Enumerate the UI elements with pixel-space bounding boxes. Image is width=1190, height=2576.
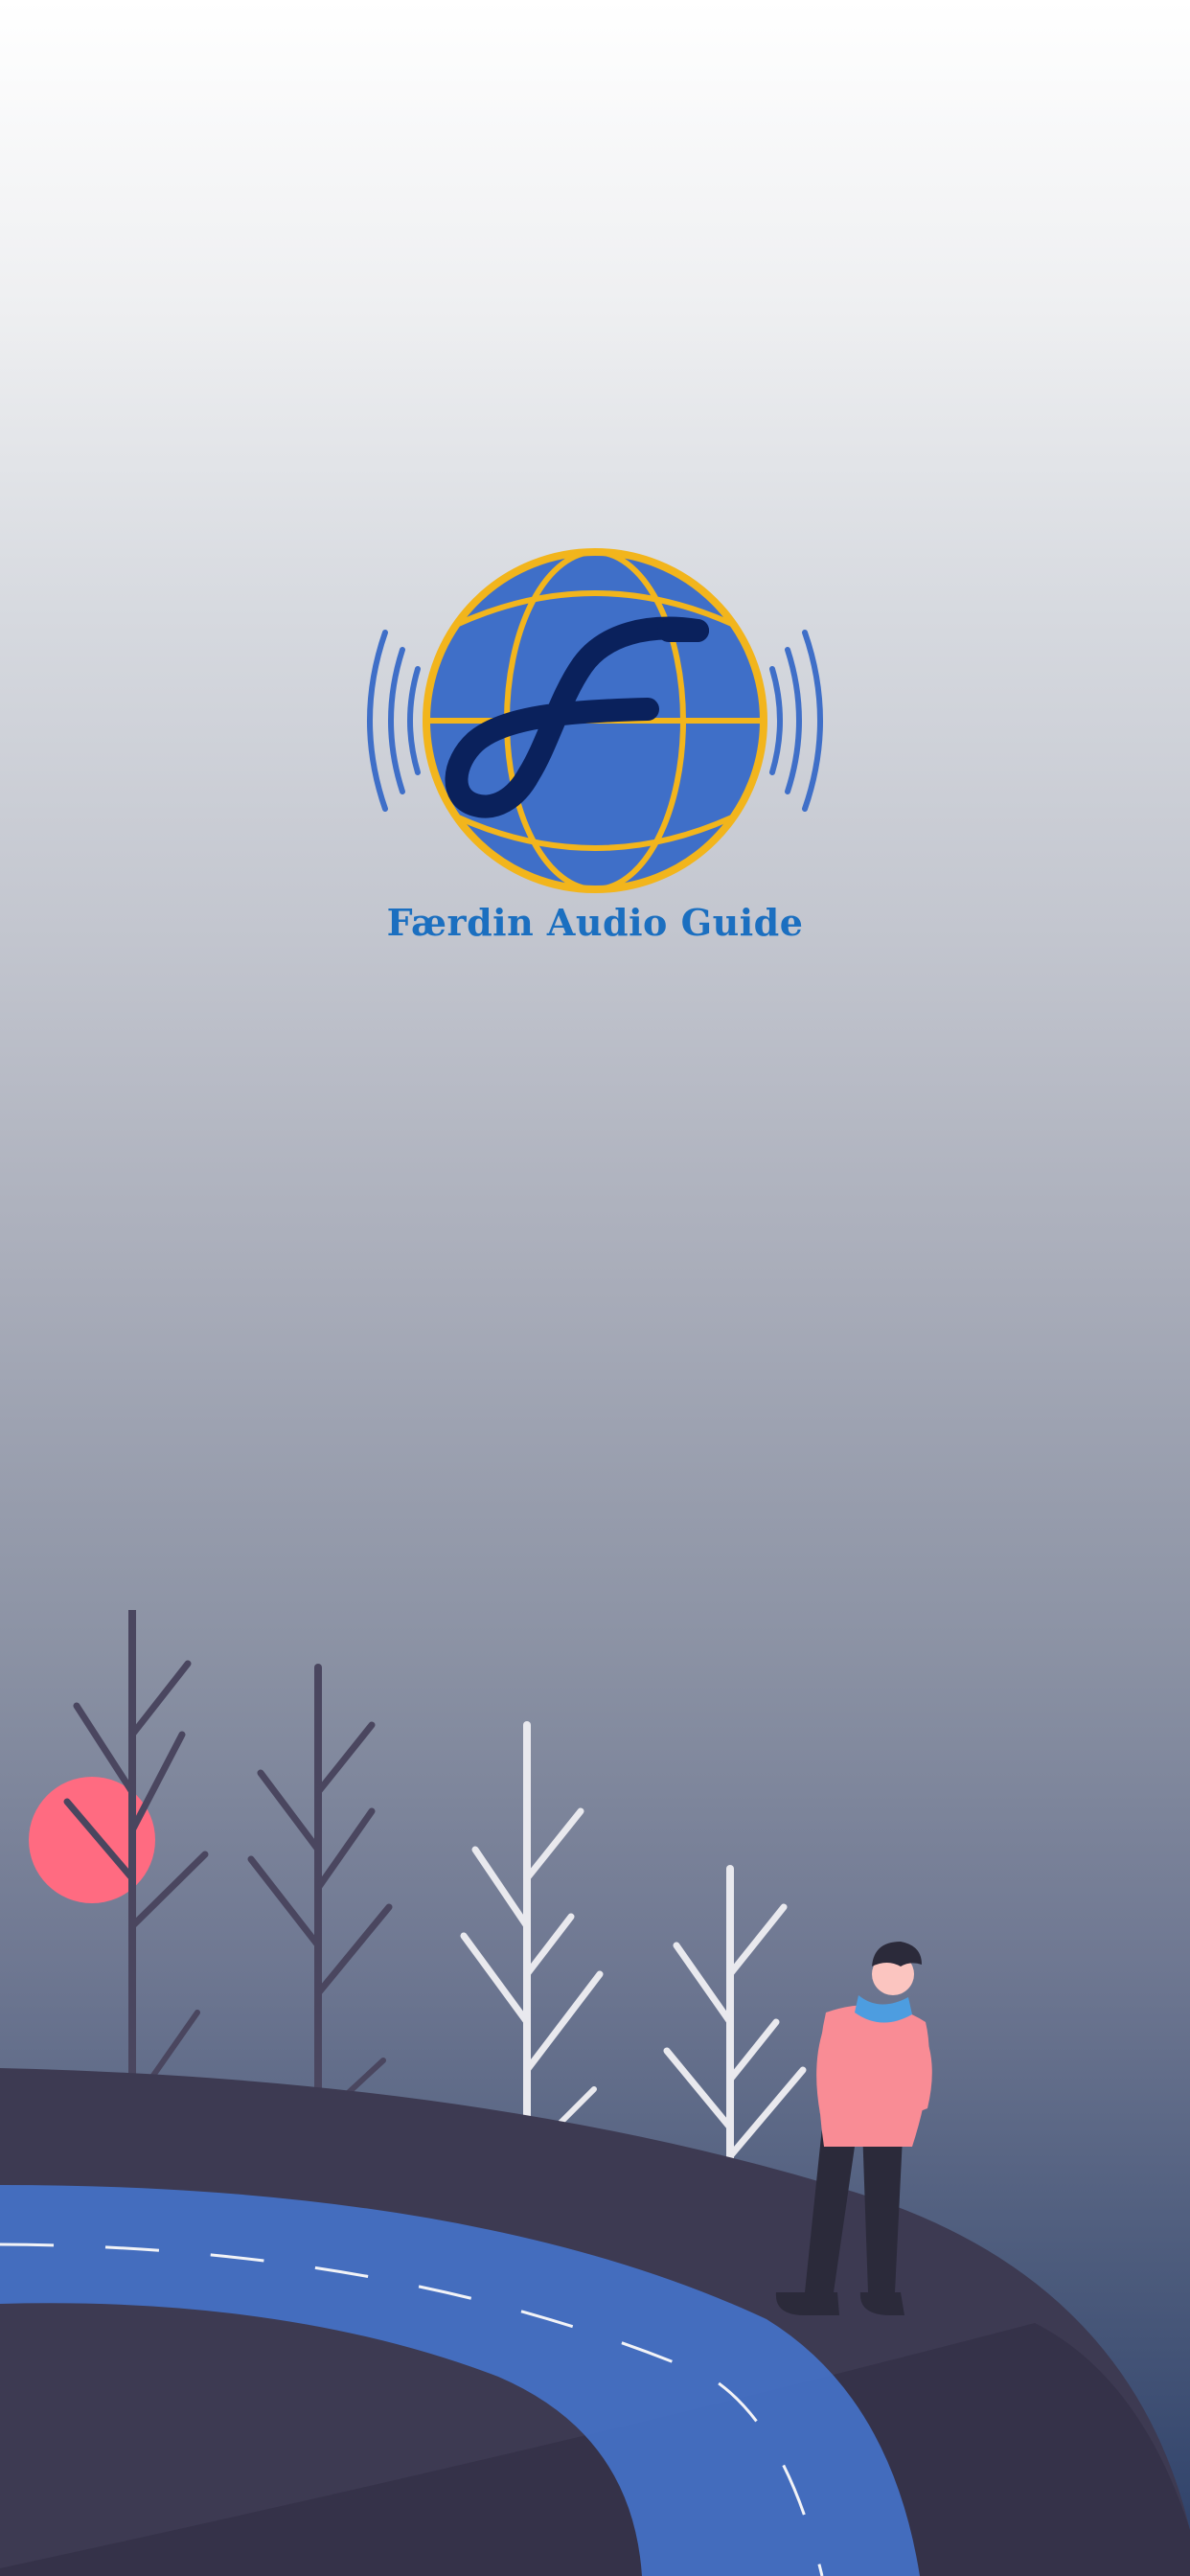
app-logo xyxy=(367,548,823,893)
landscape-illustration xyxy=(0,1610,1190,2576)
sound-waves-left-icon xyxy=(367,630,421,812)
sun-shape xyxy=(29,1777,155,1903)
app-name-title: Færdin Audio Guide xyxy=(386,901,804,944)
sound-waves-right-icon xyxy=(769,630,823,812)
splash-screen: Færdin Audio Guide xyxy=(0,0,1190,2576)
